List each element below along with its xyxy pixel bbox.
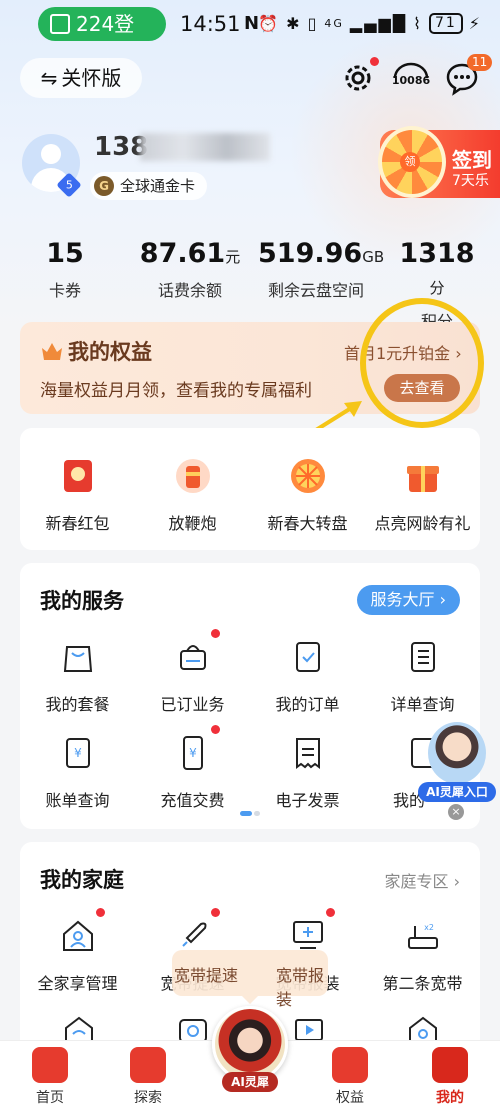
- family-second-broadband[interactable]: x2 第二条宽带: [365, 916, 480, 994]
- system-icons: ⏰ ✱ ▯ 4G ▂▄▆█ ⌇ 71 ⚡: [258, 13, 482, 34]
- service-call-details[interactable]: 详单查询: [365, 637, 480, 715]
- nav-mine[interactable]: 我的: [420, 1047, 480, 1107]
- gotone-logo-icon: G: [94, 176, 114, 196]
- ai-center-button[interactable]: AI灵犀: [212, 1006, 288, 1096]
- settings-notification-dot: [370, 57, 379, 66]
- home-person-icon: [62, 920, 93, 951]
- nav-explore[interactable]: 探索: [118, 1047, 178, 1107]
- clipboard-icon: [295, 642, 320, 672]
- stat-balance[interactable]: 87.61元 话费余额: [135, 238, 245, 301]
- status-bar: 224登 14:51 N ⏰ ✱ ▯ 4G ▂▄▆█ ⌇ 71 ⚡: [0, 0, 500, 48]
- invoice-icon: [295, 738, 320, 769]
- family-manage[interactable]: 全家享管理: [20, 908, 135, 994]
- status-time: 14:51: [180, 12, 241, 36]
- family-install-dot: [326, 908, 335, 917]
- svg-text:¥: ¥: [74, 746, 82, 760]
- page-indicator: [240, 811, 262, 816]
- red-envelope-icon: [63, 460, 92, 492]
- router-icon: x2: [407, 923, 438, 949]
- message-count-badge: 11: [467, 54, 493, 71]
- subscribed-notification-dot: [211, 629, 220, 638]
- phone-number-mask: [140, 133, 270, 161]
- charging-icon: ⚡: [468, 14, 482, 33]
- service-my-orders[interactable]: 我的订单: [250, 637, 365, 715]
- wheel-center: 领: [400, 152, 420, 172]
- status-pill[interactable]: 224登: [38, 7, 166, 41]
- family-zone-link[interactable]: 家庭专区 ›: [385, 868, 461, 892]
- settings-gear-icon[interactable]: [340, 60, 376, 96]
- ai-assistant-entry[interactable]: AI灵犀入口: [418, 722, 496, 804]
- profile-icon: [432, 1047, 468, 1083]
- list-icon: [410, 642, 435, 672]
- service-hall-button[interactable]: 服务大厅 ›: [356, 585, 460, 615]
- stat-cloud-storage[interactable]: 519.96GB 剩余云盘空间: [258, 238, 384, 301]
- broadband-tooltip: 宽带提速 宽带报装: [172, 950, 328, 1009]
- nfc-icon: N: [244, 13, 260, 34]
- service-subscribed[interactable]: 已订业务: [135, 629, 250, 715]
- signin-title: 签到: [452, 148, 492, 172]
- service-hotline-icon[interactable]: 10086: [390, 60, 432, 96]
- bluetooth-icon: ✱: [286, 14, 302, 33]
- gift-box-icon: [406, 466, 439, 492]
- family-title: 我的家庭: [40, 868, 124, 892]
- rights-icon: [332, 1047, 368, 1083]
- crown-icon: [42, 343, 62, 360]
- services-title: 我的服务: [40, 589, 124, 613]
- promo-firecracker[interactable]: 放鞭炮: [135, 456, 250, 534]
- prize-wheel-icon: [290, 459, 325, 493]
- promo-prize-wheel[interactable]: 新春大转盘: [250, 456, 365, 534]
- ai-avatar-image: [428, 722, 486, 784]
- nav-rights[interactable]: 权益: [320, 1047, 380, 1107]
- nav-home[interactable]: 首页: [20, 1047, 80, 1107]
- shopping-bag-icon: [63, 646, 92, 672]
- switch-icon: ⇋: [40, 66, 58, 90]
- promo-red-envelope[interactable]: 新春红包: [20, 456, 135, 534]
- close-icon[interactable]: ×: [448, 804, 464, 820]
- phone-yuan-icon: ¥: [182, 736, 203, 770]
- promotions-card: 新春红包 放鞭炮 新春大转盘 点亮网龄有礼: [20, 428, 480, 550]
- svg-text:¥: ¥: [189, 746, 197, 760]
- family-manage-dot: [96, 908, 105, 917]
- highlight-circle-annotation: [360, 298, 484, 428]
- family-speedup-dot: [211, 908, 220, 917]
- home-icon: [32, 1047, 68, 1083]
- svg-text:x2: x2: [424, 923, 434, 932]
- signal-icon: ▂▄▆█: [349, 14, 408, 33]
- recharge-notification-dot: [211, 725, 220, 734]
- vibrate-icon: ▯: [307, 14, 319, 33]
- tooltip-install: 宽带报装: [276, 966, 325, 1009]
- ai-character-avatar: [212, 1006, 288, 1082]
- service-bill-query[interactable]: ¥ 账单查询: [20, 733, 135, 811]
- app-icon: [50, 14, 70, 34]
- explore-icon: [130, 1047, 166, 1083]
- service-e-invoice[interactable]: 电子发票: [250, 733, 365, 811]
- ai-center-label: AI灵犀: [222, 1072, 278, 1092]
- stat-coupons[interactable]: 15 卡券: [30, 238, 100, 301]
- tooltip-speedup: 宽带提速: [174, 966, 239, 985]
- signin-banner[interactable]: 领 签到 7天乐: [378, 126, 500, 198]
- service-recharge[interactable]: ¥ 充值交费: [135, 725, 250, 811]
- firecracker-icon: [175, 459, 210, 493]
- my-services-card: 我的服务 服务大厅 › 我的套餐 已订业务 我的订单 详单查询 ¥ 账单查询 ¥…: [20, 563, 480, 829]
- membership-card-tag[interactable]: G 全球通金卡: [90, 172, 208, 200]
- network-type: 4G: [324, 17, 344, 30]
- wifi-icon: ⌇: [413, 14, 423, 33]
- signin-subtitle: 7天乐: [452, 173, 489, 189]
- alarm-icon: ⏰: [258, 14, 281, 33]
- promo-network-age-gift[interactable]: 点亮网龄有礼: [365, 456, 480, 534]
- care-mode-button[interactable]: ⇋ 关怀版: [20, 58, 142, 98]
- battery-indicator: 71: [428, 13, 463, 34]
- service-number: 10086: [392, 74, 431, 87]
- basket-icon: [179, 645, 206, 670]
- bill-icon: ¥: [65, 738, 90, 768]
- service-my-plan[interactable]: 我的套餐: [20, 637, 135, 715]
- rights-title: 我的权益: [68, 340, 152, 364]
- ai-entry-label: AI灵犀入口: [418, 782, 496, 802]
